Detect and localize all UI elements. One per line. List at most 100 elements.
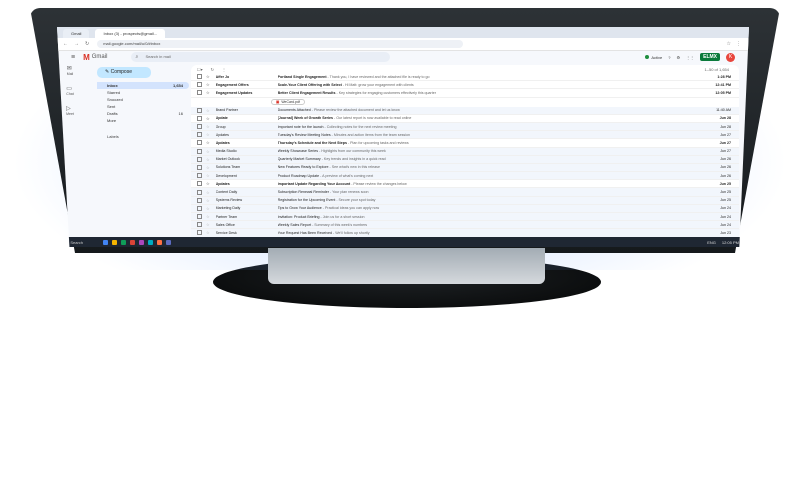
row-checkbox[interactable] bbox=[197, 148, 202, 154]
email-row[interactable]: ☆ Group Important note for the launch - Co… bbox=[191, 122, 739, 132]
back-icon[interactable]: ← bbox=[63, 41, 68, 47]
sidebar-item-starred[interactable]: Starred bbox=[97, 89, 189, 96]
star-icon[interactable]: ☆ bbox=[206, 108, 210, 113]
row-checkbox[interactable] bbox=[197, 90, 202, 96]
email-row[interactable]: ☆ Marketing Daily Tips to Grow Your Audien… bbox=[191, 204, 739, 213]
star-icon[interactable]: ☆ bbox=[206, 157, 210, 162]
language-indicator[interactable]: ENG bbox=[707, 240, 716, 245]
email-row[interactable]: ☆ Updates Tuesday's Review Meeting Notes -… bbox=[191, 131, 739, 140]
taskbar-search[interactable]: Search bbox=[70, 240, 83, 245]
email-row[interactable]: ☆ Market Outlook Quarterly Market Summary … bbox=[191, 155, 739, 164]
row-checkbox[interactable] bbox=[197, 230, 202, 236]
browser-tab[interactable]: Gmail bbox=[63, 29, 90, 38]
taskbar-app-icon[interactable] bbox=[103, 239, 109, 245]
row-checkbox[interactable] bbox=[197, 181, 202, 187]
row-checkbox[interactable] bbox=[197, 74, 202, 80]
star-icon[interactable]: ☆ bbox=[206, 149, 210, 154]
sidebar-item-drafts[interactable]: Drafts 16 bbox=[97, 110, 189, 117]
rail-meet[interactable]: ▷ Meet bbox=[66, 105, 74, 116]
more-icon[interactable]: ⋮ bbox=[222, 67, 226, 72]
email-row[interactable]: ☆ Updates Important Update Regarding Your … bbox=[191, 180, 739, 189]
taskbar-app-icon[interactable] bbox=[166, 239, 172, 245]
star-icon[interactable]: ☆ bbox=[206, 116, 210, 121]
rail-chat[interactable]: ▭ Chat bbox=[66, 85, 73, 96]
taskbar-app-icon[interactable] bbox=[157, 239, 163, 245]
star-icon[interactable]: ☆ bbox=[206, 181, 210, 186]
apps-icon[interactable]: ⋮⋮ bbox=[686, 55, 694, 60]
refresh-icon[interactable]: ↻ bbox=[211, 67, 214, 72]
url-field[interactable]: mail.google.com/mail/u/0/#inbox bbox=[97, 40, 464, 48]
settings-icon[interactable]: ⚙ bbox=[677, 55, 681, 60]
email-row[interactable]: ☆ Updates Thursday's Schedule and the Next… bbox=[191, 139, 739, 148]
row-checkbox[interactable] bbox=[197, 124, 202, 130]
email-row[interactable]: ☆ Partner Team Invitation: Product Briefin… bbox=[191, 213, 739, 222]
row-checkbox[interactable] bbox=[197, 222, 202, 228]
help-icon[interactable]: ? bbox=[668, 55, 670, 60]
row-checkbox[interactable] bbox=[197, 173, 202, 179]
email-row[interactable]: ☆ Solutions Team New Features Ready to Exp… bbox=[191, 163, 739, 173]
row-checkbox[interactable] bbox=[197, 164, 202, 170]
gmail-logo[interactable]: M Gmail bbox=[83, 53, 107, 62]
search-icon[interactable]: ⌕ bbox=[135, 52, 138, 62]
email-row[interactable]: ☆ Brand Partner Documents Attached - Pleas… bbox=[191, 106, 739, 115]
row-checkbox[interactable] bbox=[197, 82, 202, 88]
row-checkbox[interactable] bbox=[197, 115, 202, 121]
browser-tab-active[interactable]: Inbox (3) - prospects@gmail... bbox=[95, 29, 166, 38]
email-row[interactable]: ☆ Sales Office Weekly Sales Report - Summa… bbox=[191, 221, 739, 230]
main-menu-icon[interactable]: ≡ bbox=[71, 54, 75, 61]
row-checkbox[interactable] bbox=[197, 214, 202, 220]
row-checkbox[interactable] bbox=[197, 140, 202, 146]
attachment-chip[interactable]: ▣ WeCard.pdf bbox=[271, 99, 305, 106]
star-icon[interactable]: ☆ bbox=[206, 82, 210, 87]
email-row[interactable]: ☆ Engagement Updates Better Client Engagem… bbox=[191, 89, 739, 98]
rail-mail[interactable]: ✉ Mail bbox=[67, 65, 73, 76]
select-all-checkbox[interactable]: ☐▾ bbox=[197, 67, 203, 72]
taskbar-app-icon[interactable] bbox=[148, 239, 154, 245]
email-row[interactable]: ☆ Content Daily Subscription Renewal Remin… bbox=[191, 188, 739, 197]
star-icon[interactable]: ☆ bbox=[206, 206, 210, 211]
star-icon[interactable]: ☆ bbox=[206, 230, 210, 235]
taskbar-app-icon[interactable] bbox=[112, 239, 118, 245]
sidebar-item-more[interactable]: More bbox=[97, 117, 189, 124]
email-row[interactable]: ☆ Update [Journal] Week of Growth Series -… bbox=[191, 114, 739, 123]
clock[interactable]: 12:05 PM bbox=[722, 240, 739, 245]
star-icon[interactable]: ☆ bbox=[206, 124, 210, 129]
star-icon[interactable]: ☆ bbox=[206, 165, 210, 170]
star-icon[interactable]: ☆ bbox=[206, 222, 210, 227]
status-indicator[interactable]: Active bbox=[645, 54, 662, 60]
star-icon[interactable]: ☆ bbox=[206, 90, 210, 95]
star-icon[interactable]: ☆ bbox=[206, 190, 210, 195]
taskbar-app-icon[interactable] bbox=[139, 239, 145, 245]
email-sender: Updates bbox=[215, 140, 230, 145]
browser-menu-icon[interactable]: ⋮ bbox=[736, 41, 741, 47]
taskbar-app-icon[interactable] bbox=[130, 239, 136, 245]
compose-button[interactable]: ✎ Compose bbox=[97, 67, 151, 78]
forward-icon[interactable]: → bbox=[74, 41, 79, 47]
row-checkbox[interactable] bbox=[197, 197, 202, 203]
email-row[interactable]: ☆ Development Product Roadmap Update - A p… bbox=[191, 172, 739, 181]
email-row[interactable]: ☆ Systems Review Registration for the Upco… bbox=[191, 196, 739, 205]
star-icon[interactable]: ☆ bbox=[206, 214, 210, 219]
row-checkbox[interactable] bbox=[197, 189, 202, 195]
row-checkbox[interactable] bbox=[197, 156, 202, 162]
star-icon[interactable]: ☆ bbox=[206, 198, 210, 203]
row-checkbox[interactable] bbox=[197, 132, 202, 138]
row-checkbox[interactable] bbox=[197, 107, 202, 113]
row-checkbox[interactable] bbox=[197, 205, 202, 211]
reload-icon[interactable]: ↻ bbox=[85, 41, 89, 47]
email-row[interactable]: ☆ Media Studio Weekly Showcase Series - Hi… bbox=[191, 147, 739, 156]
email-row[interactable]: ☆ Engagement Offers Scale-Your Client Offe… bbox=[191, 81, 739, 90]
email-row[interactable]: ☆ Affer Jo Portland Single Engagement - Th… bbox=[191, 73, 739, 82]
sidebar-item-snoozed[interactable]: Snoozed bbox=[97, 96, 189, 103]
star-icon[interactable]: ☆ bbox=[206, 140, 210, 145]
sidebar-item-sent[interactable]: Sent bbox=[97, 103, 189, 110]
search-input[interactable]: ⌕ Search in mail bbox=[131, 52, 391, 62]
bookmark-icon[interactable]: ☆ bbox=[727, 41, 731, 47]
star-icon[interactable]: ☆ bbox=[206, 132, 210, 137]
avatar[interactable]: K bbox=[726, 52, 735, 62]
sidebar-item-inbox[interactable]: Inbox 1,654 bbox=[97, 82, 189, 89]
brand-badge[interactable]: ELMX bbox=[700, 53, 720, 61]
star-icon[interactable]: ☆ bbox=[206, 74, 210, 79]
taskbar-app-icon[interactable] bbox=[121, 239, 127, 245]
star-icon[interactable]: ☆ bbox=[206, 173, 210, 178]
